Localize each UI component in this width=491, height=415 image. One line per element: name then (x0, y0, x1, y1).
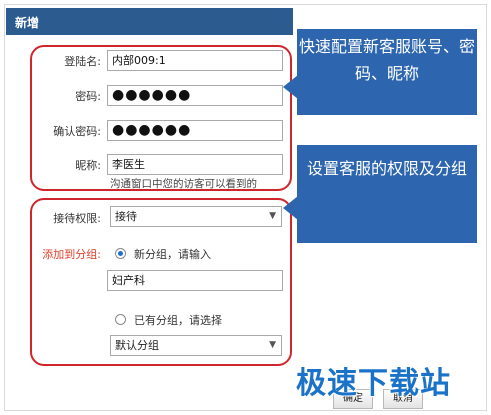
new-group-radio[interactable] (115, 248, 126, 259)
confirm-password-input[interactable]: ●●●●●● (107, 120, 283, 141)
login-input[interactable]: 内部009:1 (107, 50, 283, 71)
nickname-input[interactable]: 李医生 (107, 154, 283, 175)
password-label: 密码: (75, 90, 101, 103)
nickname-label: 昵称: (75, 159, 101, 172)
callout-account: 快速配置新客服账号、密码、昵称 (297, 29, 477, 115)
existing-group-option-label: 已有分组，请选择 (134, 314, 222, 327)
permission-select[interactable]: 接待 ▼ (110, 206, 282, 227)
nickname-hint: 沟通窗口中您的访客可以看到的 (110, 178, 257, 190)
callout-account-pointer (283, 75, 298, 99)
dialog-title: 新增 (15, 16, 40, 30)
group-label: 添加到分组: (42, 248, 101, 261)
chevron-down-icon: ▼ (269, 211, 276, 221)
login-label: 登陆名: (64, 55, 101, 68)
new-group-input[interactable]: 妇产科 (107, 270, 283, 291)
callout-account-text: 快速配置新客服账号、密码、昵称 (298, 37, 475, 83)
callout-permission-text: 设置客服的权限及分组 (306, 159, 467, 178)
dialog-titlebar: 新增 (6, 8, 293, 35)
chevron-down-icon: ▼ (269, 340, 276, 350)
existing-group-radio[interactable] (115, 314, 126, 325)
new-group-option-label: 新分组，请输入 (134, 248, 211, 261)
existing-group-select[interactable]: 默认分组 ▼ (110, 335, 282, 356)
permission-label: 接待权限: (53, 212, 101, 225)
confirm-password-label: 确认密码: (53, 125, 101, 138)
callout-permission-pointer (283, 196, 298, 220)
password-input[interactable]: ●●●●●● (107, 85, 283, 106)
watermark-logo: 极速下载站 (296, 366, 451, 401)
callout-permission: 设置客服的权限及分组 (297, 145, 477, 243)
existing-group-select-value: 默认分组 (115, 339, 159, 352)
permission-select-value: 接待 (115, 210, 137, 223)
